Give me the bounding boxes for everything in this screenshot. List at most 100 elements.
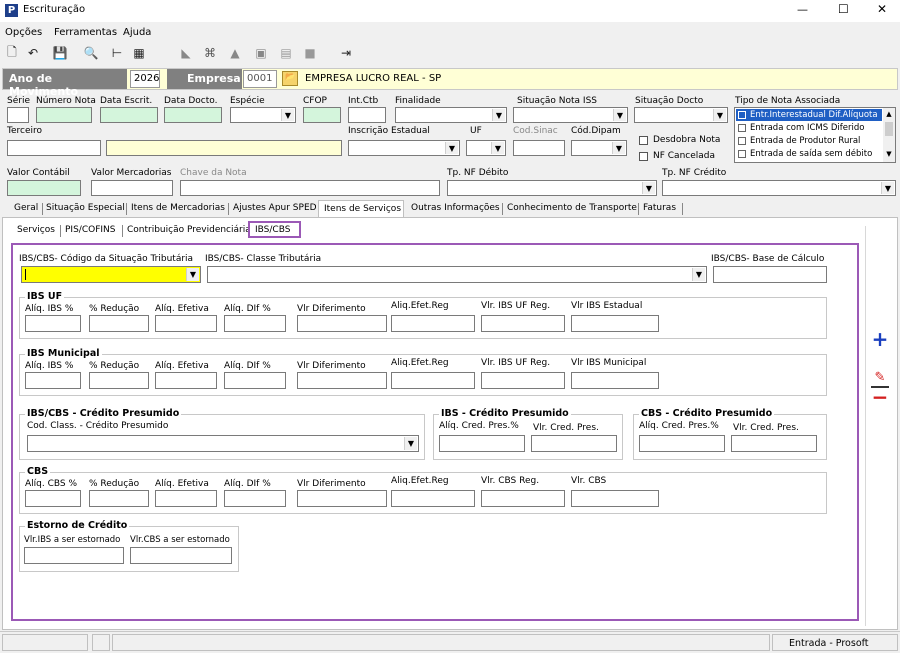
terceiro-code-input[interactable] [7,140,101,156]
finalidade-select[interactable]: ▼ [395,107,507,123]
ibs-mun-col-input[interactable] [155,372,217,389]
tab-itens-servicos[interactable]: Itens de Serviços [318,200,404,218]
scroll-thumb[interactable] [885,122,893,136]
valor-contabil-input[interactable] [7,180,81,196]
cbs-cred-vlr-input[interactable] [731,435,817,452]
cod-dipam-select[interactable]: ▼ [571,140,627,156]
maximize-button[interactable]: ☐ [838,2,849,16]
cbs-col-input[interactable] [89,490,149,507]
subtab-ibs-cbs[interactable]: IBS/CBS [248,221,301,238]
remove-button[interactable]: − [871,387,889,407]
data-escrit-input[interactable] [100,107,158,123]
ibs-mun-col-input[interactable] [481,372,565,389]
tab-ajustes-sped[interactable]: Ajustes Apur SPED [233,203,317,213]
tool3-icon[interactable]: ▲ [226,45,244,61]
undo-icon[interactable]: ↶ [24,45,42,61]
checkbox[interactable] [738,150,746,158]
valor-mercadorias-input[interactable] [91,180,173,196]
uf-select[interactable]: ▼ [466,140,506,156]
cbs-col-input[interactable] [391,490,475,507]
tree-icon[interactable]: ⊢ [108,45,126,61]
cbs-col-input[interactable] [224,490,286,507]
ibs-uf-col-input[interactable] [155,315,217,332]
checkbox[interactable] [738,137,746,145]
tp-nf-credito-select[interactable]: ▼ [662,180,896,196]
ibs-uf-col-input[interactable] [25,315,81,332]
ibs-cred-vlr-input[interactable] [531,435,617,452]
subtab-pis-cofins[interactable]: PIS/COFINS [65,225,115,235]
chave-nota-input[interactable] [180,180,440,196]
classe-select[interactable]: ▼ [207,266,707,283]
ibs-mun-col-input[interactable] [571,372,659,389]
cod-sinac-input[interactable] [513,140,565,156]
estorno-cbs-input[interactable] [130,547,232,564]
scroll-up-icon[interactable]: ▲ [883,110,895,118]
inscricao-select[interactable]: ▼ [348,140,460,156]
ibs-uf-col-input[interactable] [571,315,659,332]
tipo-nota-list[interactable]: Entr.Interestadual Dif.Alíquota Entrada … [734,107,896,163]
especie-select[interactable]: ▼ [230,107,296,123]
list-scrollbar[interactable]: ▲ ▼ [883,108,895,162]
ibs-mun-col-input[interactable] [25,372,81,389]
close-button[interactable]: ✕ [877,2,887,16]
cbs-col-input[interactable] [571,490,659,507]
serie-input[interactable] [7,107,29,123]
menu-ferramentas[interactable]: Ferramentas [54,27,117,38]
cst-select[interactable]: ▼ [21,266,201,283]
minimize-button[interactable]: — [797,3,808,16]
list-item[interactable]: Entrada com ICMS Diferido [736,122,882,134]
base-input[interactable] [713,266,827,283]
ibs-uf-col-input[interactable] [481,315,565,332]
list-item[interactable]: Entr.Interestadual Dif.Alíquota [736,109,882,121]
ibs-uf-col-input[interactable] [89,315,149,332]
credpres-select[interactable]: ▼ [27,435,419,452]
ibs-cred-aliq-input[interactable] [439,435,525,452]
cfop-input[interactable] [303,107,341,123]
empresa-code[interactable]: 0001 [243,70,277,88]
nf-cancelada-checkbox[interactable] [639,152,648,161]
new-icon[interactable]: 🗋 [3,45,21,61]
scroll-down-icon[interactable]: ▼ [883,150,895,158]
ibs-uf-col-input[interactable] [297,315,387,332]
tp-nf-debito-select[interactable]: ▼ [447,180,657,196]
ibs-mun-col-input[interactable] [89,372,149,389]
tab-situacao-especial[interactable]: Situação Especial [46,203,125,213]
folder-icon[interactable]: 📂 [282,71,298,86]
exit-icon[interactable]: ⇥ [337,45,355,61]
int-ctb-input[interactable] [348,107,386,123]
tab-outras-informacoes[interactable]: Outras Informações [411,203,500,213]
print-icon[interactable]: ▦ [130,45,148,61]
cbs-cred-aliq-input[interactable] [639,435,725,452]
subtab-servicos[interactable]: Serviços [17,225,55,235]
preview-icon[interactable]: 🔍 [82,45,100,61]
tool2-icon[interactable]: ⌘ [201,45,219,61]
terceiro-name-input[interactable] [106,140,342,156]
cbs-col-input[interactable] [481,490,565,507]
list-item[interactable]: Entrada de saída sem débito [736,148,882,160]
cbs-col-input[interactable] [155,490,217,507]
cbs-col-input[interactable] [297,490,387,507]
desdobra-checkbox[interactable] [639,136,648,145]
estorno-ibs-input[interactable] [24,547,124,564]
situacao-docto-select[interactable]: ▼ [634,107,728,123]
list-item[interactable]: Entrada de Produtor Rural [736,135,882,147]
tool6-icon[interactable]: ■ [301,45,319,61]
tool5-icon[interactable]: ▤ [277,45,295,61]
cbs-col-input[interactable] [25,490,81,507]
numero-nota-input[interactable] [36,107,92,123]
tab-itens-mercadorias[interactable]: Itens de Mercadorias [131,203,225,213]
tab-geral[interactable]: Geral [14,203,38,213]
ano-value[interactable]: 2026 [130,70,160,88]
tab-faturas[interactable]: Faturas [643,203,676,213]
ibs-mun-col-input[interactable] [391,372,475,389]
ibs-uf-col-input[interactable] [391,315,475,332]
data-docto-input[interactable] [164,107,222,123]
save-icon[interactable]: 💾 [51,45,69,61]
ibs-mun-col-input[interactable] [224,372,286,389]
checkbox[interactable] [738,111,746,119]
menu-ajuda[interactable]: Ajuda [123,27,151,38]
add-button[interactable]: + [871,329,889,349]
menu-opcoes[interactable]: Opções [5,27,42,38]
checkbox[interactable] [738,124,746,132]
subtab-contribuicao[interactable]: Contribuição Previdenciária [127,225,251,235]
